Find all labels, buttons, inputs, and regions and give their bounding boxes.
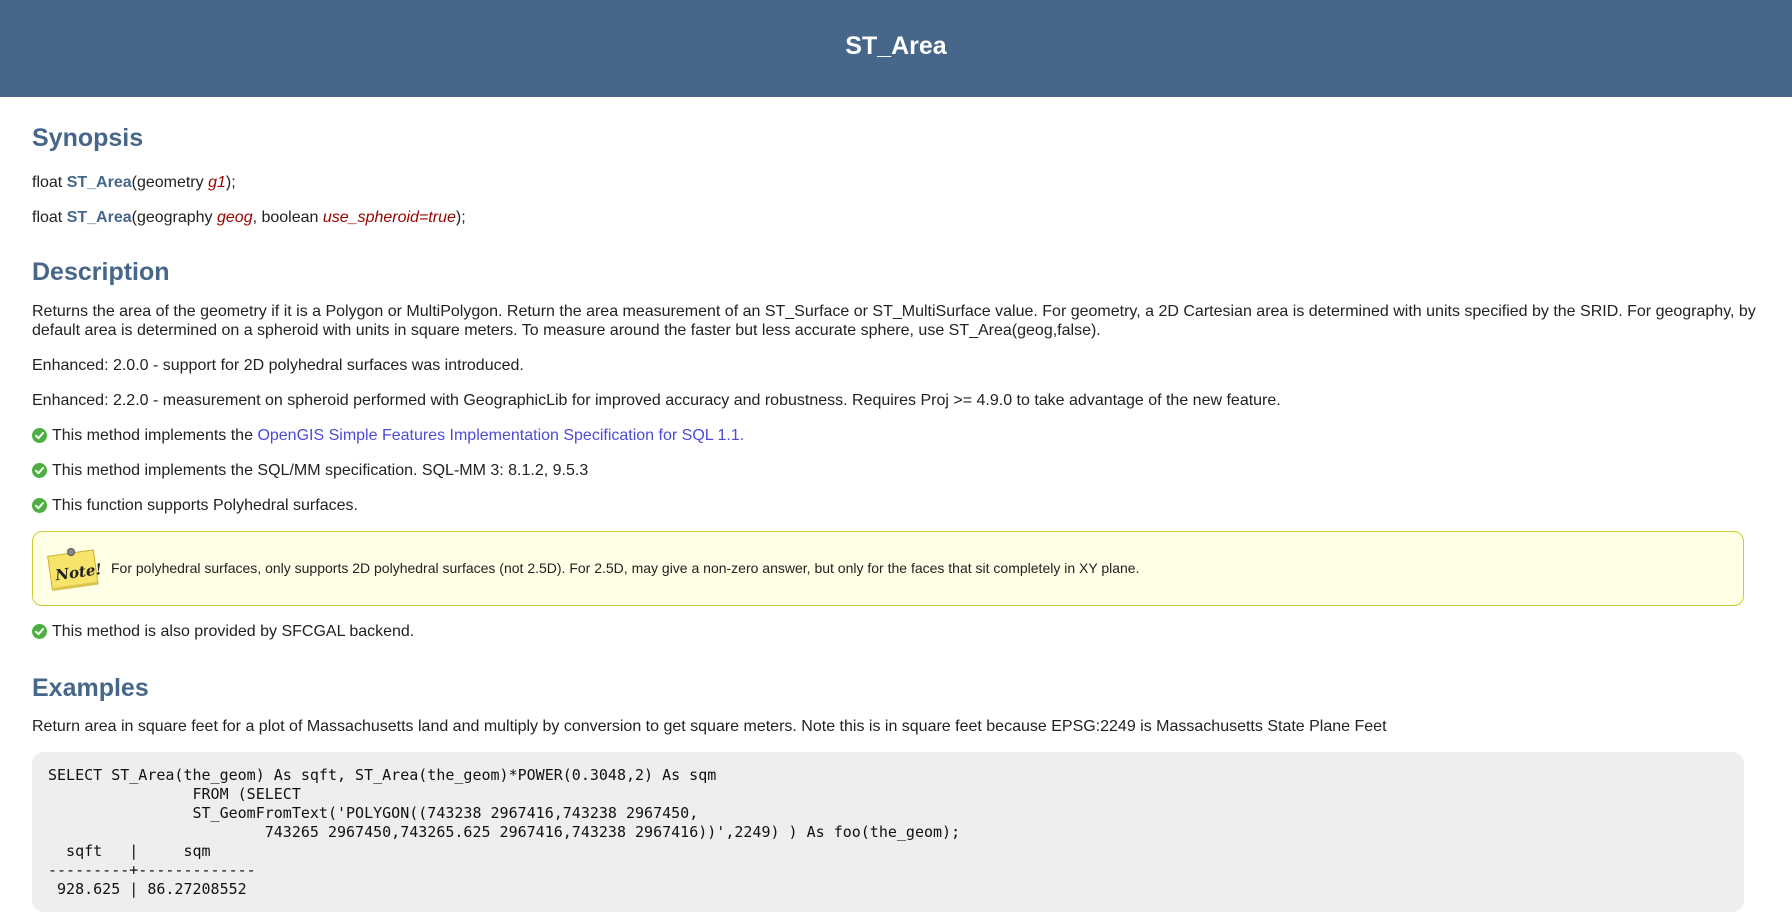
param-name: use_spheroid=true xyxy=(322,209,456,226)
param-name: geog xyxy=(217,209,253,226)
return-type: float xyxy=(32,174,67,191)
check-icon xyxy=(32,624,47,639)
function-name: ST_Area xyxy=(66,174,132,191)
function-signature-geometry: float ST_Area(geometry g1); xyxy=(32,173,1760,192)
signature-close: ); xyxy=(455,209,466,226)
polyhedral-support-row: This function supports Polyhedral surfac… xyxy=(32,496,1760,515)
ogc-compliance-row: This method implements the OpenGIS Simpl… xyxy=(32,426,1760,445)
param-name: g1 xyxy=(208,174,226,191)
description-heading: Description xyxy=(32,258,170,286)
note-icon: Note! xyxy=(45,545,103,593)
examples-text: Return area in square feet for a plot of… xyxy=(32,718,1387,735)
sqlmm-compliance-row: This method implements the SQL/MM specif… xyxy=(32,461,1760,480)
param-type: , boolean xyxy=(252,209,323,226)
function-signature-geography: float ST_Area(geography geog, boolean us… xyxy=(32,208,1760,227)
check-text: This method implements the SQL/MM specif… xyxy=(52,462,589,479)
param-type: (geometry xyxy=(131,174,209,191)
note-text: For polyhedral surfaces, only supports 2… xyxy=(111,560,1140,576)
check-text: This method is also provided by SFCGAL b… xyxy=(52,623,415,640)
signature-close: ); xyxy=(225,174,236,191)
check-text: This method implements the xyxy=(52,427,253,444)
page-title: ST_Area xyxy=(845,32,947,60)
main-content: Synopsis float ST_Area(geometry g1); flo… xyxy=(0,97,1792,912)
enhanced-note-2: Enhanced: 2.2.0 - measurement on spheroi… xyxy=(32,392,1281,409)
enhanced-note-1: Enhanced: 2.0.0 - support for 2D polyhed… xyxy=(32,357,524,374)
examples-heading: Examples xyxy=(32,674,149,702)
code-example: SELECT ST_Area(the_geom) As sqft, ST_Are… xyxy=(32,752,1744,912)
note-box: Note! For polyhedral surfaces, only supp… xyxy=(32,531,1744,606)
synopsis-heading: Synopsis xyxy=(32,124,144,152)
check-icon xyxy=(32,498,47,513)
check-icon xyxy=(32,463,47,478)
param-type: (geography xyxy=(131,209,217,226)
description-text: Returns the area of the geometry if it i… xyxy=(32,303,1756,339)
function-name: ST_Area xyxy=(66,209,132,226)
page-header: ST_Area xyxy=(0,0,1792,97)
ogc-spec-link[interactable]: OpenGIS Simple Features Implementation S… xyxy=(257,426,744,445)
check-text: This function supports Polyhedral surfac… xyxy=(52,497,358,514)
sfcgal-support-row: This method is also provided by SFCGAL b… xyxy=(32,622,1760,641)
synopsis-section: Synopsis xyxy=(32,97,1760,173)
check-icon xyxy=(32,428,47,443)
return-type: float xyxy=(32,209,67,226)
